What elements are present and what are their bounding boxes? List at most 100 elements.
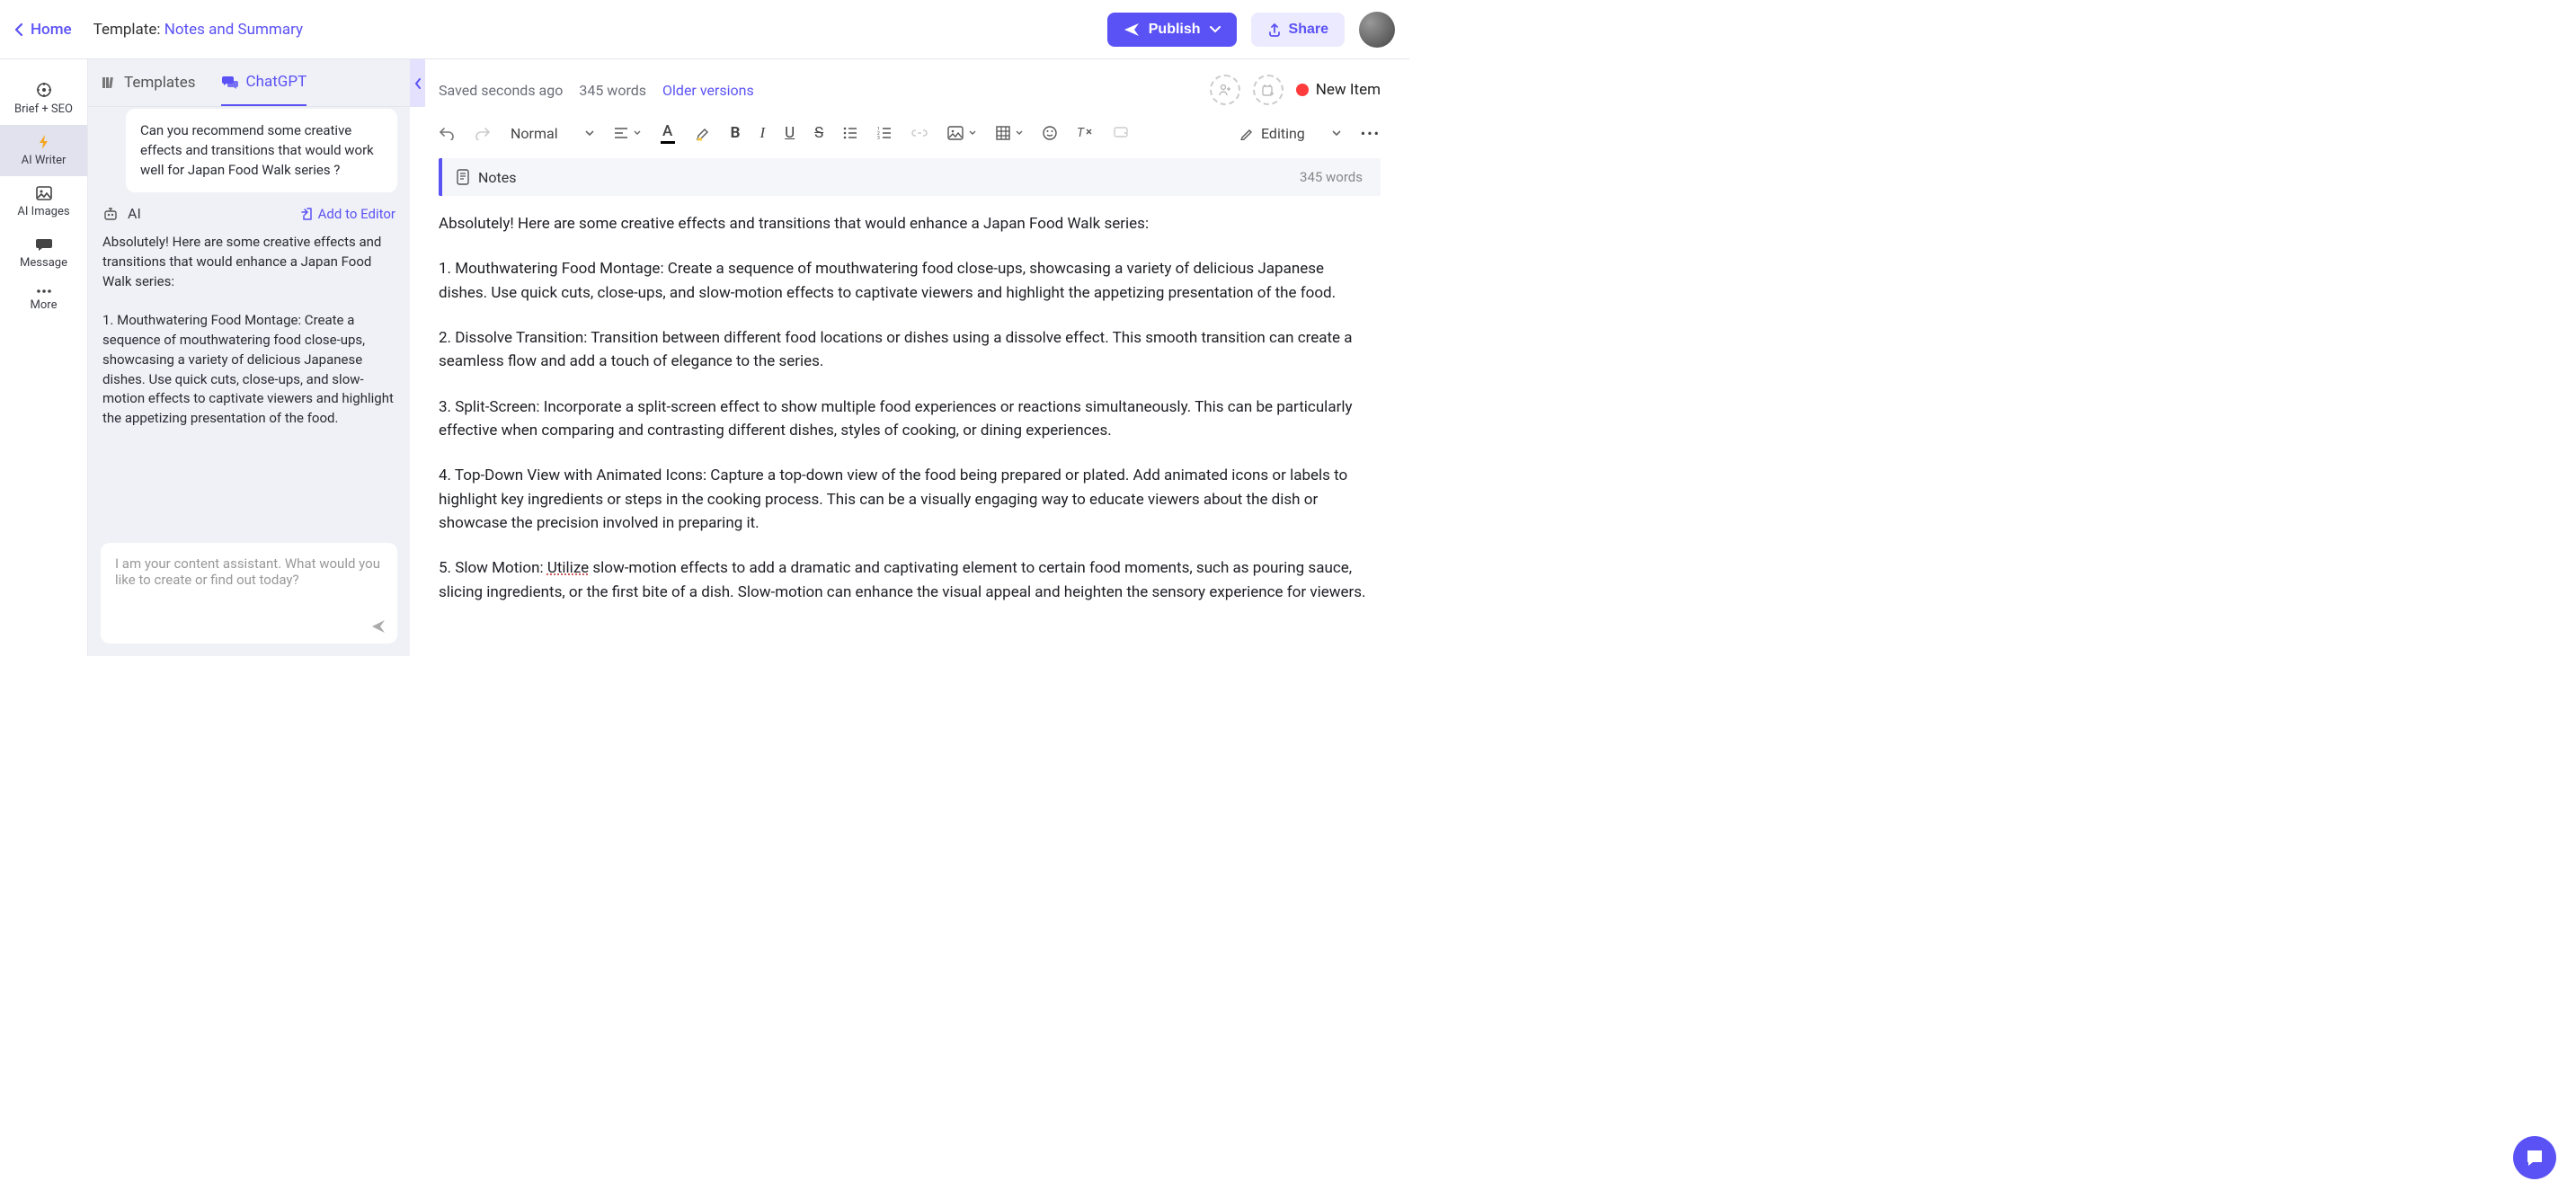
upload-icon bbox=[1267, 22, 1282, 37]
highlight-button[interactable] bbox=[695, 125, 711, 141]
ai-label: AI bbox=[102, 205, 141, 222]
notes-icon bbox=[457, 169, 469, 185]
ai-message-text: Absolutely! Here are some creative effec… bbox=[102, 233, 395, 429]
chat-body: Can you recommend some creative effects … bbox=[88, 107, 410, 543]
books-icon bbox=[101, 75, 117, 91]
home-link[interactable]: Home bbox=[14, 21, 72, 39]
avatar[interactable] bbox=[1359, 12, 1395, 48]
comment-button[interactable] bbox=[1113, 126, 1129, 140]
link-button[interactable] bbox=[911, 129, 928, 138]
add-to-editor-button[interactable]: Add to Editor bbox=[300, 206, 395, 222]
ai-name: AI bbox=[128, 205, 141, 222]
template-breadcrumb: Template: Notes and Summary bbox=[93, 21, 303, 39]
bold-button[interactable]: B bbox=[731, 124, 741, 142]
target-icon bbox=[35, 81, 53, 99]
notes-word-count: 345 words bbox=[1300, 169, 1363, 185]
rail-message[interactable]: Message bbox=[0, 227, 87, 279]
add-schedule-button[interactable] bbox=[1253, 75, 1284, 105]
intercom-chat-button[interactable] bbox=[2513, 1136, 2556, 1179]
undo-button[interactable] bbox=[439, 126, 455, 140]
label: ChatGPT bbox=[246, 73, 307, 91]
image-icon bbox=[35, 185, 53, 201]
template-name-link[interactable]: Notes and Summary bbox=[164, 21, 303, 39]
dots-icon bbox=[35, 288, 53, 295]
editing-mode-select[interactable]: Editing bbox=[1239, 125, 1341, 142]
tab-chatgpt[interactable]: ChatGPT bbox=[221, 59, 307, 106]
chat-placeholder: I am your content assistant. What would … bbox=[115, 555, 380, 588]
spellcheck-underline: Utilize bbox=[547, 559, 589, 577]
chevron-left-icon bbox=[14, 22, 23, 37]
document-body[interactable]: Absolutely! Here are some creative effec… bbox=[439, 212, 1381, 656]
share-button[interactable]: Share bbox=[1251, 13, 1345, 47]
chat-icon bbox=[35, 236, 53, 253]
toolbar-more-button[interactable]: ••• bbox=[1361, 125, 1381, 142]
strikethrough-button[interactable]: S bbox=[814, 124, 823, 142]
paragraph-format-select[interactable]: Normal bbox=[511, 125, 594, 142]
user-message-text: Can you recommend some creative effects … bbox=[140, 122, 374, 178]
doc-paragraph: 1. Mouthwatering Food Montage: Create a … bbox=[439, 257, 1373, 305]
label: AI Writer bbox=[22, 154, 67, 167]
doc-paragraph: 3. Split-Screen: Incorporate a split-scr… bbox=[439, 395, 1373, 443]
header-right: Publish Share bbox=[1107, 12, 1395, 48]
notes-banner: Notes 345 words bbox=[439, 158, 1381, 196]
numbered-list-button[interactable]: 123 bbox=[877, 127, 892, 139]
italic-button[interactable]: I bbox=[759, 124, 765, 142]
chat-tabs: Templates ChatGPT bbox=[88, 59, 410, 107]
add-to-editor-label: Add to Editor bbox=[318, 206, 395, 222]
tab-templates[interactable]: Templates bbox=[101, 59, 196, 106]
publish-button[interactable]: Publish bbox=[1107, 13, 1237, 47]
format-label: Normal bbox=[511, 125, 558, 142]
user-message: Can you recommend some creative effects … bbox=[126, 109, 397, 192]
label: Brief + SEO bbox=[14, 102, 73, 116]
table-button[interactable] bbox=[996, 126, 1023, 140]
notes-title: Notes bbox=[478, 169, 517, 186]
publish-label: Publish bbox=[1149, 22, 1201, 38]
send-button[interactable] bbox=[370, 618, 386, 635]
toolbar: Normal A B I U S 123 bbox=[439, 108, 1381, 158]
svg-text:T: T bbox=[1077, 126, 1085, 140]
chat-panel: Templates ChatGPT Can you recommend some… bbox=[88, 59, 410, 656]
status-right: New Item bbox=[1210, 75, 1381, 105]
chat-input[interactable]: I am your content assistant. What would … bbox=[101, 543, 397, 644]
add-person-button[interactable] bbox=[1210, 75, 1240, 105]
rail-ai-images[interactable]: AI Images bbox=[0, 176, 87, 227]
svg-text:3: 3 bbox=[877, 136, 880, 139]
header-left: Home Template: Notes and Summary bbox=[14, 21, 303, 39]
chevron-down-icon bbox=[1210, 26, 1221, 33]
font-color-button[interactable]: A bbox=[661, 122, 675, 144]
clear-format-button[interactable]: T bbox=[1077, 126, 1093, 140]
status-left: Saved seconds ago 345 words Older versio… bbox=[439, 82, 754, 99]
underline-button[interactable]: U bbox=[785, 124, 795, 142]
left-rail: Brief + SEO AI Writer AI Images Message … bbox=[0, 59, 88, 656]
robot-icon bbox=[102, 206, 119, 222]
rail-brief-seo[interactable]: Brief + SEO bbox=[0, 72, 87, 125]
bolt-icon bbox=[36, 134, 52, 150]
rail-ai-writer[interactable]: AI Writer bbox=[0, 125, 87, 176]
redo-button[interactable] bbox=[475, 126, 491, 140]
doc-paragraph: 4. Top-Down View with Animated Icons: Ca… bbox=[439, 464, 1373, 535]
editor-area: Saved seconds ago 345 words Older versio… bbox=[410, 59, 1409, 656]
status-bar: Saved seconds ago 345 words Older versio… bbox=[439, 72, 1381, 108]
label: AI Images bbox=[17, 205, 69, 218]
new-item-button[interactable]: New Item bbox=[1296, 81, 1381, 99]
emoji-button[interactable] bbox=[1043, 126, 1057, 140]
older-versions-link[interactable]: Older versions bbox=[662, 82, 754, 99]
ai-message: AI Add to Editor Absolutely! Here are so… bbox=[101, 205, 397, 429]
rail-more[interactable]: More bbox=[0, 279, 87, 321]
new-item-label: New Item bbox=[1316, 81, 1381, 99]
bullet-list-button[interactable] bbox=[843, 127, 857, 139]
align-button[interactable] bbox=[614, 127, 641, 139]
collapse-panel-button[interactable] bbox=[410, 59, 425, 107]
ai-message-header: AI Add to Editor bbox=[102, 205, 395, 222]
home-label: Home bbox=[31, 21, 72, 39]
saved-status: Saved seconds ago bbox=[439, 82, 563, 99]
top-header: Home Template: Notes and Summary Publish… bbox=[0, 0, 1409, 59]
label: More bbox=[31, 298, 58, 312]
notes-title-wrap: Notes bbox=[457, 169, 517, 186]
red-dot-icon bbox=[1296, 84, 1309, 96]
doc-paragraph: 2. Dissolve Transition: Transition betwe… bbox=[439, 326, 1373, 374]
doc-paragraph: 5. Slow Motion: Utilize slow-motion effe… bbox=[439, 556, 1373, 604]
image-insert-button[interactable] bbox=[947, 126, 976, 140]
chat-input-wrap: I am your content assistant. What would … bbox=[88, 543, 410, 656]
editing-label: Editing bbox=[1261, 125, 1305, 142]
